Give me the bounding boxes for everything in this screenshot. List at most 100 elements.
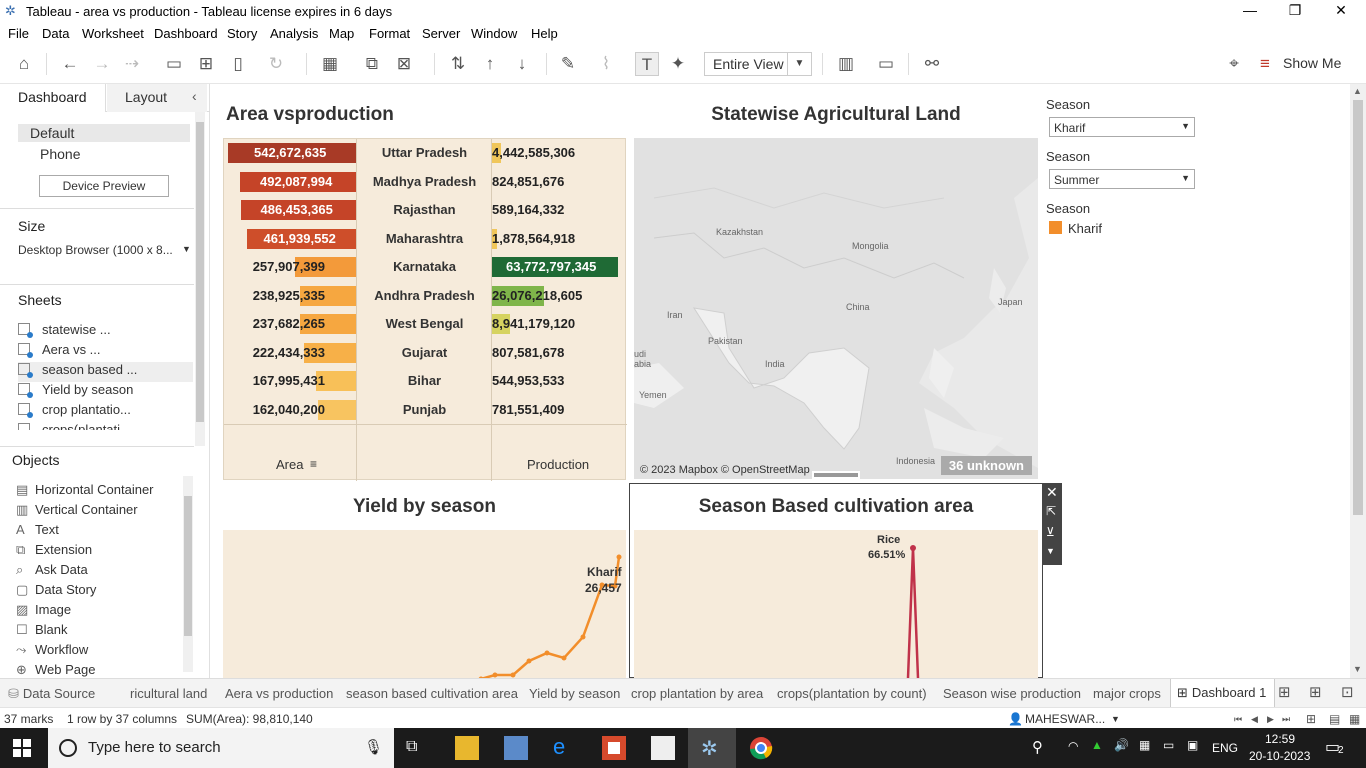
- show-cards-icon[interactable]: ▥: [834, 52, 858, 76]
- object-vertical-container[interactable]: ▥ Vertical Container: [16, 502, 138, 518]
- new-worksheet-icon[interactable]: ▦: [318, 52, 342, 76]
- state-name[interactable]: Punjab: [357, 402, 492, 417]
- new-story-tab-icon[interactable]: ⊡: [1341, 683, 1354, 701]
- clock-time[interactable]: 12:59: [1265, 732, 1295, 746]
- dashboard-scrollbar[interactable]: ▲ ▼: [1350, 84, 1366, 678]
- menu-data[interactable]: Data: [42, 26, 69, 41]
- fit-dropdown[interactable]: Entire View ▼: [704, 52, 812, 76]
- show-labels-icon[interactable]: T: [635, 52, 659, 76]
- edge-icon[interactable]: e: [553, 734, 577, 759]
- save-icon[interactable]: ▭: [162, 52, 186, 76]
- chrome-icon[interactable]: [749, 736, 773, 760]
- tab-sheet[interactable]: Aera vs production: [225, 686, 333, 701]
- film-view-icon[interactable]: ▦: [1349, 712, 1360, 726]
- menu-map[interactable]: Map: [329, 26, 354, 41]
- statewise-map[interactable]: Kazakhstan Mongolia China Japan Iran Pak…: [634, 138, 1038, 479]
- tab-sheet[interactable]: crop plantation by area: [631, 686, 763, 701]
- device-preview-button[interactable]: Device Preview: [39, 175, 169, 197]
- highlight-icon[interactable]: ✎: [556, 52, 580, 76]
- new-datasource-icon[interactable]: ⊞: [194, 52, 218, 76]
- object-ask-data[interactable]: ⌕ Ask Data: [16, 562, 88, 578]
- sort-ascending-icon[interactable]: ↑: [478, 52, 502, 76]
- state-name[interactable]: Rajasthan: [357, 202, 492, 217]
- redo-icon[interactable]: →: [90, 52, 114, 76]
- state-name[interactable]: Andhra Pradesh: [357, 288, 492, 303]
- close-window-button[interactable]: ✕: [1318, 2, 1364, 22]
- collapse-panel-icon[interactable]: ‹: [192, 88, 197, 104]
- state-name[interactable]: Madhya Pradesh: [357, 174, 492, 189]
- tab-dashboard[interactable]: Dashboard: [0, 84, 106, 112]
- area-vs-production-table[interactable]: 542,672,635 Uttar Pradesh 4,442,585,306 492…: [223, 138, 627, 481]
- app-icon[interactable]: [504, 736, 528, 760]
- object-data-story[interactable]: ▢ Data Story: [16, 582, 96, 598]
- object-image[interactable]: ▨ Image: [16, 602, 71, 618]
- network-icon[interactable]: ▦: [1139, 738, 1150, 752]
- legend-swatch[interactable]: [1049, 221, 1062, 234]
- store-icon[interactable]: [602, 736, 626, 760]
- microphone-icon[interactable]: 🎙: [364, 738, 383, 756]
- clear-sheet-icon[interactable]: ⊠: [392, 52, 416, 76]
- taskbar-search[interactable]: Type here to search 🎙: [48, 728, 394, 768]
- people-icon[interactable]: ⚲: [1032, 738, 1043, 756]
- list-view-icon[interactable]: ▤: [1329, 712, 1340, 726]
- menu-analysis[interactable]: Analysis: [270, 26, 318, 41]
- format-painter-icon[interactable]: ⌖: [1222, 52, 1246, 76]
- file-explorer-icon[interactable]: [455, 736, 479, 760]
- season-filter-dropdown[interactable]: Kharif ▼: [1049, 117, 1195, 137]
- scroll-up-icon[interactable]: ▲: [1353, 86, 1362, 96]
- swap-icon[interactable]: ⇅: [446, 52, 470, 76]
- tab-data-source[interactable]: ⛁ Data Source: [8, 686, 95, 702]
- mail-icon[interactable]: [651, 736, 675, 760]
- group-icon[interactable]: ⌇: [594, 52, 618, 76]
- menu-worksheet[interactable]: Worksheet: [82, 26, 144, 41]
- tab-sheet[interactable]: Season wise production: [943, 686, 1081, 701]
- state-name[interactable]: Karnataka: [357, 259, 492, 274]
- refresh-icon[interactable]: ↻: [264, 52, 288, 76]
- language-indicator[interactable]: ENG: [1212, 741, 1238, 755]
- chevron-down-icon[interactable]: ▼: [1111, 714, 1120, 724]
- menu-window[interactable]: Window: [471, 26, 517, 41]
- sheet-item[interactable]: statewise ...: [18, 322, 193, 342]
- tab-sheet[interactable]: crops(plantation by count): [777, 686, 927, 701]
- wifi-icon[interactable]: ◠: [1068, 739, 1078, 753]
- objects-scrollbar[interactable]: [183, 476, 193, 672]
- minimize-button[interactable]: —: [1227, 2, 1273, 22]
- prev-page-icon[interactable]: ◀: [1251, 714, 1258, 725]
- go-to-sheet-icon[interactable]: ⇱: [1046, 504, 1056, 518]
- first-page-icon[interactable]: ⏮: [1234, 714, 1242, 725]
- tab-sheet[interactable]: ricultural land: [130, 686, 207, 701]
- tableau-taskbar-button[interactable]: ✲: [688, 728, 736, 768]
- share-icon[interactable]: ⚯: [920, 52, 944, 76]
- menu-server[interactable]: Server: [422, 26, 460, 41]
- restore-button[interactable]: ❐: [1272, 2, 1318, 22]
- state-name[interactable]: Bihar: [357, 373, 492, 388]
- object-horizontal-container[interactable]: ▤ Horizontal Container: [16, 482, 154, 498]
- sheet-item[interactable]: Aera vs ...: [18, 342, 193, 362]
- size-dropdown[interactable]: Desktop Browser (1000 x 8... ▼: [18, 242, 192, 260]
- state-name[interactable]: Gujarat: [357, 345, 492, 360]
- last-page-icon[interactable]: ⏭: [1282, 714, 1290, 725]
- sort-icon[interactable]: ≡: [310, 457, 317, 471]
- device-icon[interactable]: ▣: [1187, 738, 1198, 752]
- new-worksheet-tab-icon[interactable]: ⊞: [1278, 683, 1291, 701]
- object-workflow[interactable]: ⤳ Workflow: [16, 642, 88, 658]
- remove-icon[interactable]: ✕: [1046, 484, 1058, 501]
- unknown-badge[interactable]: 36 unknown: [940, 456, 1032, 475]
- menu-dashboard[interactable]: Dashboard: [154, 26, 218, 41]
- new-dashboard-tab-icon[interactable]: ⊞: [1309, 683, 1322, 701]
- scroll-down-icon[interactable]: ▼: [1353, 664, 1362, 674]
- replay-icon[interactable]: ⇢: [120, 52, 144, 76]
- filter-icon[interactable]: ⊻: [1046, 525, 1055, 539]
- volume-icon[interactable]: 🔊: [1114, 738, 1129, 752]
- menu-story[interactable]: Story: [227, 26, 257, 41]
- tab-sheet[interactable]: Yield by season: [529, 686, 620, 701]
- pause-updates-icon[interactable]: ▯: [226, 52, 250, 76]
- sheet-item[interactable]: season based ...: [18, 362, 193, 382]
- next-page-icon[interactable]: ▶: [1267, 714, 1274, 725]
- object-text[interactable]: A Text: [16, 522, 59, 537]
- clock-date[interactable]: 20-10-2023: [1249, 749, 1310, 763]
- menu-help[interactable]: Help: [531, 26, 558, 41]
- menu-format[interactable]: Format: [369, 26, 410, 41]
- windows-start-icon[interactable]: [13, 739, 37, 763]
- task-view-icon[interactable]: ⧉: [406, 738, 430, 762]
